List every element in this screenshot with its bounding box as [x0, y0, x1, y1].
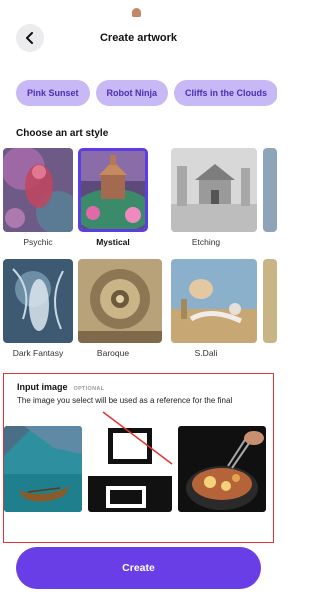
- optional-badge: OPTIONAL: [73, 386, 105, 392]
- input-image-section: Input image OPTIONAL The image you selec…: [3, 373, 274, 543]
- style-mystical-thumbnail: [78, 148, 148, 232]
- art-style-grid: Psychic Mystical Etching Dark Fantasy Ba…: [0, 148, 277, 368]
- status-bar-icon: [132, 8, 141, 17]
- input-image-boat[interactable]: [4, 426, 82, 512]
- style-sdali-label: S.Dali: [194, 348, 218, 358]
- style-psychic[interactable]: Psychic: [3, 148, 73, 247]
- style-dark-fantasy-label: Dark Fantasy: [12, 348, 64, 358]
- style-dark-fantasy[interactable]: Dark Fantasy: [3, 259, 73, 358]
- style-baroque[interactable]: Baroque: [78, 259, 162, 358]
- style-partial-1-thumbnail: [263, 148, 277, 232]
- create-button[interactable]: Create: [16, 547, 261, 589]
- style-partial-2[interactable]: [263, 259, 277, 343]
- input-image-frames[interactable]: [88, 426, 172, 512]
- input-image-title: Input image: [17, 382, 68, 392]
- style-partial-1[interactable]: [263, 148, 277, 232]
- style-mystical-label: Mystical: [96, 237, 130, 247]
- style-baroque-label: Baroque: [96, 348, 130, 358]
- prompt-chips: Pink Sunset Robot Ninja Cliffs in the Cl…: [16, 80, 277, 106]
- input-image-header: Input image OPTIONAL: [17, 382, 104, 392]
- style-sdali-thumbnail: [171, 259, 257, 343]
- style-baroque-thumbnail: [78, 259, 162, 343]
- chip-robot-ninja[interactable]: Robot Ninja: [95, 80, 169, 106]
- style-etching[interactable]: Etching: [171, 148, 257, 247]
- input-image-options: [4, 426, 272, 512]
- style-dark-fantasy-thumbnail: [3, 259, 73, 343]
- chip-pink-sunset[interactable]: Pink Sunset: [16, 80, 90, 106]
- art-style-heading: Choose an art style: [16, 128, 109, 139]
- style-etching-label: Etching: [191, 237, 221, 247]
- style-psychic-label: Psychic: [23, 237, 53, 247]
- input-image-description: The image you select will be used as a r…: [17, 396, 233, 405]
- style-partial-2-thumbnail: [263, 259, 277, 343]
- chip-cliffs-in-the-clouds[interactable]: Cliffs in the Clouds: [174, 80, 277, 106]
- page-title: Create artwork: [99, 32, 178, 44]
- input-image-food[interactable]: [178, 426, 266, 512]
- header: Create artwork: [0, 20, 277, 56]
- style-mystical[interactable]: Mystical: [78, 148, 148, 247]
- style-etching-thumbnail: [171, 148, 257, 232]
- style-sdali[interactable]: S.Dali: [171, 259, 257, 358]
- style-psychic-thumbnail: [3, 148, 73, 232]
